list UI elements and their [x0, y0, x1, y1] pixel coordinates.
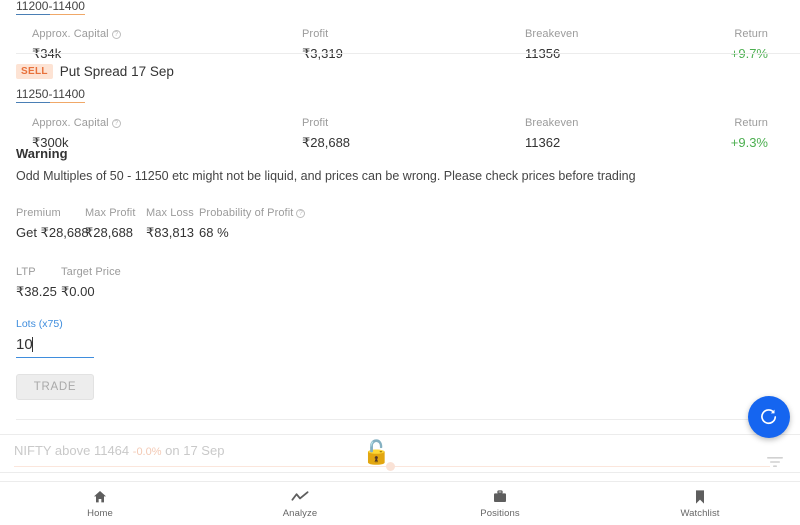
metric-label: Approx. Capital?: [32, 27, 121, 41]
strike-underline-orange-1: [50, 14, 84, 15]
summary-max-profit: Max Profit ₹28,688: [85, 206, 136, 241]
summary-value: 68 %: [199, 224, 305, 241]
lots-section: Lots (x75) 10 TRADE: [16, 318, 94, 400]
alert-suffix: on 17 Sep: [165, 443, 224, 458]
target-price-cell: Target Price ₹0.00: [61, 265, 121, 300]
help-icon[interactable]: ?: [112, 119, 121, 128]
metric-return-1: Return +9.7%: [731, 27, 768, 62]
briefcase-icon: [492, 489, 508, 505]
lots-input-value: 10: [16, 336, 33, 353]
summary-label: Max Loss: [146, 206, 194, 220]
lots-label: Lots (x75): [16, 318, 94, 331]
trading-screen: 11200-11400 Approx. Capital? ₹34k Profit…: [0, 0, 800, 525]
summary-premium: Premium Get ₹28,688: [16, 206, 89, 241]
target-price-value: ₹0.00: [61, 283, 121, 300]
warning-text: Odd Multiples of 50 - 11250 etc might no…: [16, 168, 784, 184]
target-price-label: Target Price: [61, 265, 121, 279]
metrics-row-1: Approx. Capital? ₹34k Profit ₹3,319 Brea…: [16, 27, 784, 67]
summary-label: Max Profit: [85, 206, 136, 220]
summary-value: ₹28,688: [85, 224, 136, 241]
sell-badge: SELL: [16, 64, 53, 79]
home-icon: [92, 489, 108, 505]
help-icon[interactable]: ?: [296, 209, 305, 218]
alert-prefix: NIFTY above 11464: [14, 443, 129, 458]
summary-probability-of-profit: Probability of Profit? 68 %: [199, 206, 305, 241]
strike-range-link-1[interactable]: 11200-11400: [16, 0, 85, 14]
nav-item-positions[interactable]: Positions: [400, 489, 600, 519]
metric-label: Breakeven: [525, 116, 579, 130]
alert-strip-text[interactable]: NIFTY above 11464 -0.0% on 17 Sep: [14, 443, 224, 458]
metric-label: Approx. Capital?: [32, 116, 121, 130]
ltp-cell: LTP ₹38.25: [16, 265, 57, 300]
summary-label: Premium: [16, 206, 89, 220]
strike-range-link-2[interactable]: 11250-11400: [16, 87, 85, 102]
ltp-label: LTP: [16, 265, 57, 279]
text-caret: [32, 337, 33, 352]
nav-item-home[interactable]: Home: [0, 489, 200, 519]
nav-label-watchlist: Watchlist: [680, 508, 719, 519]
trade-button[interactable]: TRADE: [16, 374, 94, 400]
refresh-icon: [759, 407, 779, 427]
metric-label: Return: [731, 116, 768, 130]
summary-value: Get ₹28,688: [16, 224, 89, 241]
filter-icon[interactable]: [766, 455, 784, 474]
metric-label: Profit: [302, 116, 350, 130]
nav-item-watchlist[interactable]: Watchlist: [600, 489, 800, 519]
lots-input[interactable]: 10: [16, 334, 94, 358]
nav-item-analyze[interactable]: Analyze: [200, 489, 400, 519]
strike-range-label-1: 11200-11400: [16, 0, 85, 13]
metric-breakeven-1: Breakeven 11356: [525, 27, 579, 62]
summary-max-loss: Max Loss ₹83,813: [146, 206, 194, 241]
price-row: LTP ₹38.25 Target Price ₹0.00: [0, 265, 800, 301]
summary-value: ₹83,813: [146, 224, 194, 241]
unlock-icon[interactable]: 🔓: [362, 441, 391, 464]
refresh-fab-button[interactable]: [748, 396, 790, 438]
strike-underline-orange-2: [50, 102, 84, 103]
help-icon[interactable]: ?: [112, 30, 121, 39]
strike-range-label-2: 11250-11400: [16, 87, 85, 101]
metric-label: Return: [731, 27, 768, 41]
row-divider-1: [16, 53, 800, 54]
strike-underline-blue-1: [16, 14, 50, 15]
strip-divider-top: [16, 419, 784, 420]
bottom-navigation: Home Analyze Positions Watchlist: [0, 481, 800, 525]
summary-label: Probability of Profit?: [199, 206, 305, 220]
alert-percent: -0.0%: [133, 446, 162, 458]
nav-label-positions: Positions: [480, 508, 519, 519]
strategy-title: Put Spread 17 Sep: [60, 64, 174, 79]
metric-profit-1: Profit ₹3,319: [302, 27, 343, 62]
strategy-header-2: SELL Put Spread 17 Sep: [16, 64, 784, 79]
strategy-card-2[interactable]: SELL Put Spread 17 Sep 11250-11400 Appro…: [0, 64, 800, 156]
analyze-icon: [291, 489, 309, 505]
strip-divider-mid: [0, 434, 800, 435]
nav-label-analyze: Analyze: [283, 508, 318, 519]
nav-label-home: Home: [87, 508, 113, 519]
premium-summary-row: Premium Get ₹28,688 Max Profit ₹28,688 M…: [0, 206, 800, 244]
metric-label: Profit: [302, 27, 343, 41]
ltp-value: ₹38.25: [16, 283, 57, 300]
warning-title: Warning: [16, 146, 784, 161]
metric-label: Breakeven: [525, 27, 579, 41]
strike-underline-blue-2: [16, 102, 50, 103]
metric-approx-capital-1: Approx. Capital? ₹34k: [32, 27, 121, 62]
warning-block: Warning Odd Multiples of 50 - 11250 etc …: [16, 146, 784, 184]
strategy-card-1[interactable]: 11200-11400 Approx. Capital? ₹34k Profit…: [0, 0, 800, 67]
bookmark-icon: [693, 489, 707, 505]
strip-divider-bottom: [0, 472, 800, 473]
